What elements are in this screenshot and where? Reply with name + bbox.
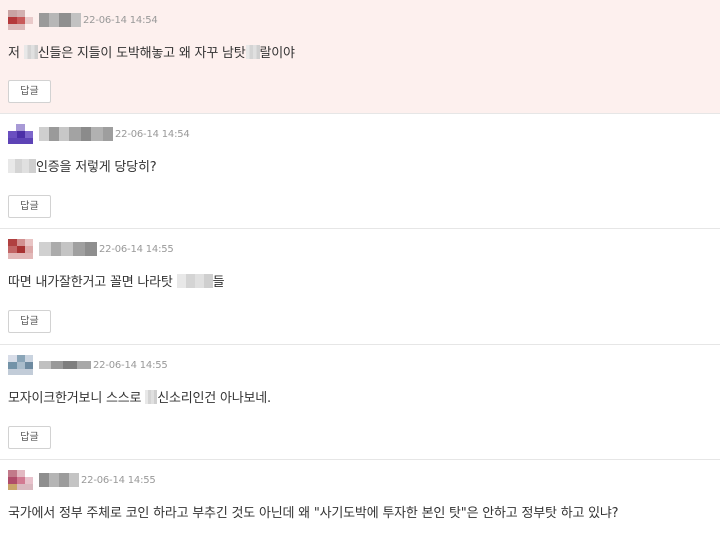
comment-text-part: 인증을 저렇게 당당히? (36, 160, 157, 175)
comment-text: 국가에서 정부 주체로 코인 하라고 부추긴 것도 아닌데 왜 "사기도박에 투… (8, 502, 619, 521)
comment-text-part: 랄이야 (259, 46, 295, 61)
mosaic-blur (176, 274, 213, 288)
comment-text: 따면 내가잘한거고 꼴면 나라탓 들 (8, 271, 225, 290)
comment-timestamp: 22-06-14 14:54 (83, 14, 158, 26)
nickname-mosaic[interactable] (39, 473, 79, 487)
nickname-mosaic[interactable] (39, 13, 81, 27)
comment-meta: 22-06-14 14:54 (8, 124, 190, 144)
comment-text-part: 저 (8, 46, 24, 61)
avatar[interactable] (8, 239, 33, 259)
comment-meta: 22-06-14 14:55 (8, 470, 156, 490)
comment-text-part: 신소리인건 아나보네. (157, 391, 271, 406)
reply-button[interactable]: 답글 (8, 310, 51, 333)
comment-item: 22-06-14 14:55 따면 내가잘한거고 꼴면 나라탓 들 답글 (0, 229, 720, 345)
reply-button[interactable]: 답글 (8, 80, 51, 103)
avatar[interactable] (8, 355, 33, 375)
comment-text-part: 모자이크한거보니 스스로 (8, 391, 146, 406)
mosaic-blur (8, 159, 36, 173)
nickname-mosaic[interactable] (39, 242, 97, 256)
comment-text-part: 따면 내가잘한거고 꼴면 나라탓 (8, 275, 177, 290)
comment-timestamp: 22-06-14 14:54 (115, 128, 190, 140)
comment-item: 22-06-14 14:54 저 신들은 지들이 도박해놓고 왜 자꾸 남탓 랄이… (0, 0, 720, 114)
mosaic-blur (245, 45, 260, 59)
comment-item: 22-06-14 14:54 인증을 저렇게 당당히? 답글 (0, 114, 720, 229)
nickname-mosaic[interactable] (39, 127, 113, 141)
avatar[interactable] (8, 470, 33, 490)
comment-timestamp: 22-06-14 14:55 (99, 243, 174, 255)
comment-timestamp: 22-06-14 14:55 (81, 474, 156, 486)
nickname-mosaic[interactable] (39, 358, 91, 372)
comment-text-part: 들 (212, 275, 225, 290)
comment-timestamp: 22-06-14 14:55 (93, 359, 168, 371)
comment-meta: 22-06-14 14:54 (8, 10, 158, 30)
comment-meta: 22-06-14 14:55 (8, 355, 168, 375)
reply-button[interactable]: 답글 (8, 426, 51, 449)
avatar[interactable] (8, 10, 33, 30)
avatar[interactable] (8, 124, 33, 144)
comment-text: 저 신들은 지들이 도박해놓고 왜 자꾸 남탓 랄이야 (8, 42, 295, 61)
comment-meta: 22-06-14 14:55 (8, 239, 174, 259)
mosaic-blur (145, 390, 158, 404)
comment-text-part: 국가에서 정부 주체로 코인 하라고 부추긴 것도 아닌데 왜 "사기도박에 투… (8, 506, 619, 521)
comment-text-part: 신들은 지들이 도박해놓고 왜 자꾸 남탓 (37, 46, 246, 61)
comment-item: 22-06-14 14:55 모자이크한거보니 스스로 신소리인건 아나보네. … (0, 345, 720, 460)
comment-item: 22-06-14 14:55 국가에서 정부 주체로 코인 하라고 부추긴 것도… (0, 460, 720, 534)
comment-text: 인증을 저렇게 당당히? (8, 156, 157, 175)
comment-text: 모자이크한거보니 스스로 신소리인건 아나보네. (8, 387, 271, 406)
reply-button[interactable]: 답글 (8, 195, 51, 218)
mosaic-blur (23, 45, 38, 59)
